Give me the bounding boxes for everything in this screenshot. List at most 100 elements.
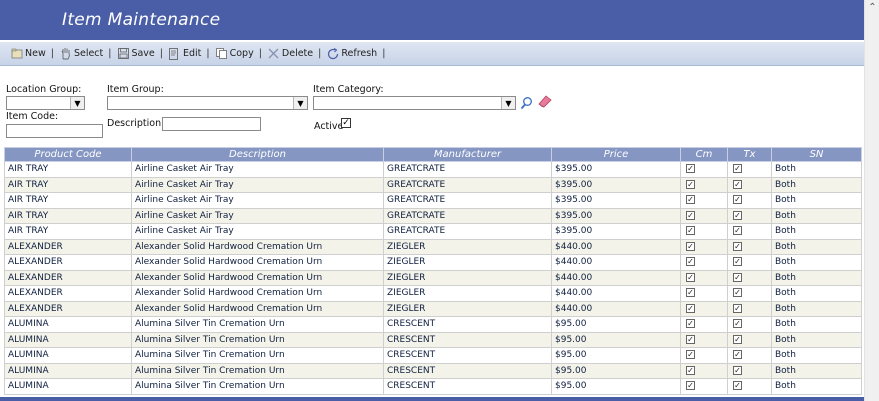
column-header-cm[interactable]: Cm [680,147,728,162]
select-button[interactable]: Select [59,47,103,61]
cm-cell: ✓ [680,176,728,193]
manufacturer-cell: CRESCENT [383,378,552,395]
table-row[interactable]: ALEXANDER Alexander Solid Hardwood Cremat… [4,285,862,302]
table-row[interactable]: AIR TRAY Airline Casket Air Tray GREATCRAT… [4,176,862,193]
column-header-manufacturer[interactable]: Manufacturer [383,147,552,162]
column-header-tx[interactable]: Tx [727,147,772,162]
items-table: Product Code Description Manufacturer Pr… [4,147,862,395]
scroll-up-arrow-icon[interactable]: ⌃ [867,2,878,16]
table-row[interactable]: ALEXANDER Alexander Solid Hardwood Cremat… [4,238,862,255]
tx-cell: ✓ [727,176,772,193]
tx-cell: ✓ [727,223,772,240]
price-cell: $95.00 [551,347,681,364]
column-header-description[interactable]: Description [131,147,384,162]
new-button[interactable]: New [10,47,46,61]
tx-checkbox[interactable]: ✓ [733,241,742,251]
tx-checkbox[interactable]: ✓ [733,164,742,174]
table-row[interactable]: ALUMINA Alumina Silver Tin Cremation Urn C… [4,378,862,395]
tx-cell: ✓ [727,161,772,178]
edit-icon [168,47,182,61]
sn-cell: Both [771,176,862,193]
table-row[interactable]: AIR TRAY Airline Casket Air Tray GREATCRAT… [4,161,862,178]
table-row[interactable]: ALEXANDER Alexander Solid Hardwood Cremat… [4,300,862,317]
cm-cell: ✓ [680,316,728,333]
filter-panel: Location Group: ▼ Item Group: ▼ Item Cat… [0,66,864,146]
manufacturer-cell: CRESCENT [383,331,552,348]
tx-checkbox[interactable]: ✓ [733,319,742,329]
tx-checkbox[interactable]: ✓ [733,350,742,360]
edit-button[interactable]: Edit [168,47,201,61]
item-code-input[interactable] [6,124,103,138]
description-cell: Alumina Silver Tin Cremation Urn [131,378,384,395]
description-cell: Alexander Solid Hardwood Cremation Urn [131,254,384,271]
cm-cell: ✓ [680,347,728,364]
main-panel: Item Maintenance New | Select | Save | E… [0,0,864,401]
price-cell: $395.00 [551,176,681,193]
tx-cell: ✓ [727,254,772,271]
product-code-cell: ALUMINA [4,347,132,364]
cm-checkbox[interactable]: ✓ [686,272,695,282]
table-header-row: Product Code Description Manufacturer Pr… [4,147,862,162]
search-icon[interactable] [520,96,533,113]
refresh-button[interactable]: Refresh [326,47,377,61]
save-button[interactable]: Save [116,47,155,61]
vertical-scrollbar[interactable]: ⌃ [864,0,879,401]
product-code-cell: ALEXANDER [4,300,132,317]
cm-checkbox[interactable]: ✓ [686,303,695,313]
item-group-select[interactable]: ▼ [107,96,308,110]
tx-checkbox[interactable]: ✓ [733,334,742,344]
cm-checkbox[interactable]: ✓ [686,195,695,205]
cm-checkbox[interactable]: ✓ [686,319,695,329]
cm-checkbox[interactable]: ✓ [686,381,695,391]
column-header-sn[interactable]: SN [771,147,862,162]
toolbar-separator: | [159,48,163,59]
cm-checkbox[interactable]: ✓ [686,257,695,267]
cm-checkbox[interactable]: ✓ [686,164,695,174]
tx-checkbox[interactable]: ✓ [733,365,742,375]
description-cell: Airline Casket Air Tray [131,176,384,193]
toolbar-separator: | [108,48,112,59]
description-input[interactable] [162,117,261,131]
copy-button[interactable]: Copy [215,47,254,61]
column-header-product-code[interactable]: Product Code [4,147,132,162]
table-row[interactable]: ALEXANDER Alexander Solid Hardwood Cremat… [4,254,862,271]
cm-checkbox[interactable]: ✓ [686,350,695,360]
tx-checkbox[interactable]: ✓ [733,272,742,282]
table-row[interactable]: AIR TRAY Airline Casket Air Tray GREATCRAT… [4,207,862,224]
column-header-price[interactable]: Price [551,147,681,162]
tx-checkbox[interactable]: ✓ [733,381,742,391]
cm-checkbox[interactable]: ✓ [686,210,695,220]
description-cell: Alumina Silver Tin Cremation Urn [131,347,384,364]
table-row[interactable]: ALEXANDER Alexander Solid Hardwood Cremat… [4,269,862,286]
tx-checkbox[interactable]: ✓ [733,179,742,189]
new-icon [10,47,24,61]
active-checkbox[interactable]: ✓ [341,118,351,128]
tx-cell: ✓ [727,300,772,317]
cm-checkbox[interactable]: ✓ [686,226,695,236]
tx-checkbox[interactable]: ✓ [733,226,742,236]
item-category-select[interactable]: ▼ [313,96,516,110]
tx-checkbox[interactable]: ✓ [733,195,742,205]
table-row[interactable]: ALUMINA Alumina Silver Tin Cremation Urn C… [4,362,862,379]
delete-button[interactable]: Delete [267,47,313,61]
table-row[interactable]: AIR TRAY Airline Casket Air Tray GREATCRAT… [4,223,862,240]
tx-checkbox[interactable]: ✓ [733,303,742,313]
eraser-icon[interactable] [537,94,553,111]
table-row[interactable]: ALUMINA Alumina Silver Tin Cremation Urn C… [4,331,862,348]
table-row[interactable]: ALUMINA Alumina Silver Tin Cremation Urn C… [4,347,862,364]
tx-checkbox[interactable]: ✓ [733,288,742,298]
tx-checkbox[interactable]: ✓ [733,210,742,220]
toolbar-separator: | [318,48,322,59]
cm-checkbox[interactable]: ✓ [686,334,695,344]
sn-cell: Both [771,285,862,302]
location-group-select[interactable]: ▼ [6,96,85,110]
tx-checkbox[interactable]: ✓ [733,257,742,267]
price-cell: $440.00 [551,238,681,255]
description-cell: Airline Casket Air Tray [131,223,384,240]
table-row[interactable]: ALUMINA Alumina Silver Tin Cremation Urn C… [4,316,862,333]
cm-checkbox[interactable]: ✓ [686,241,695,251]
cm-checkbox[interactable]: ✓ [686,365,695,375]
table-row[interactable]: AIR TRAY Airline Casket Air Tray GREATCRAT… [4,192,862,209]
cm-checkbox[interactable]: ✓ [686,288,695,298]
cm-checkbox[interactable]: ✓ [686,179,695,189]
